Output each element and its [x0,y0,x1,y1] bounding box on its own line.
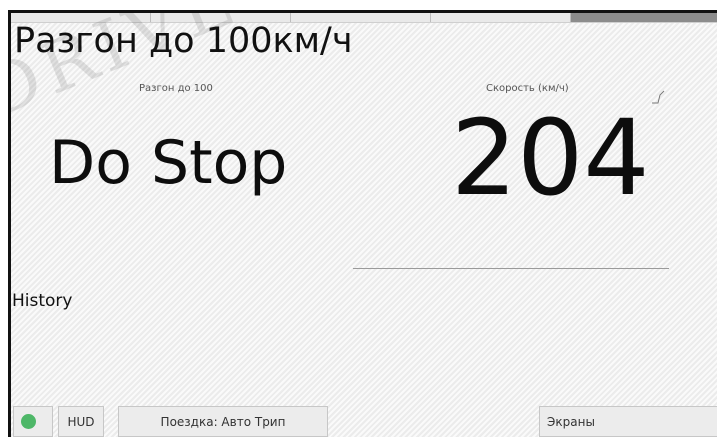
status-dot-icon [21,414,36,429]
speed-label: Скорость (км/ч) [486,83,569,94]
speed-value: 204 [451,97,650,219]
screens-button[interactable]: Экраны [539,406,717,437]
page-title: Разгон до 100км/ч [14,21,353,61]
resize-handle-icon[interactable] [651,90,665,104]
tab-segment-active[interactable] [571,13,717,22]
app-window: DRIVE Разгон до 100км/ч Разгон до 100 Do… [8,10,717,437]
status-bar: HUD Поездка: Авто Трип Экраны [11,406,717,437]
connection-indicator[interactable] [13,406,53,437]
acceleration-label: Разгон до 100 [139,83,213,94]
acceleration-status: Do Stop [49,128,288,198]
section-divider [353,268,669,269]
history-label: History [12,291,73,311]
trip-button[interactable]: Поездка: Авто Трип [118,406,328,437]
tab-segment[interactable] [431,13,571,22]
hud-button[interactable]: HUD [58,406,104,437]
